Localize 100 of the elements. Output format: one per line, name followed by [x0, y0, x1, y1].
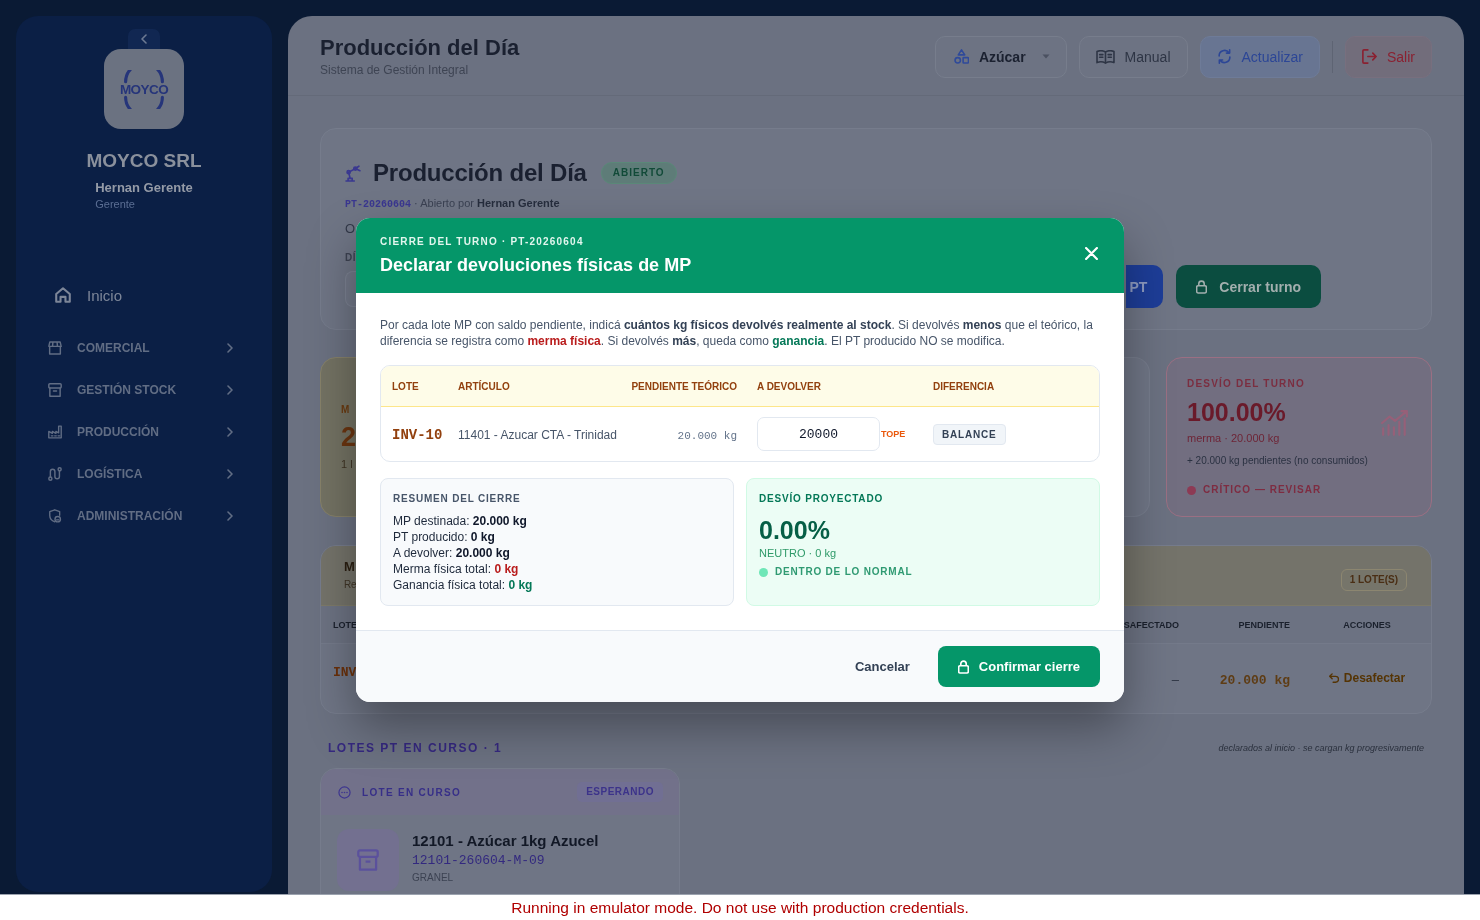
close-icon [1085, 246, 1098, 260]
user-name: Hernan Gerente [95, 179, 193, 197]
page-title: Producción del Día [320, 33, 520, 62]
column-header: ARTÍCULO [458, 380, 510, 392]
company-logo: MOYCO [114, 69, 174, 109]
nav-item[interactable]: GESTIÓN STOCK [46, 369, 242, 411]
chevron-left-icon [141, 34, 147, 44]
logout-icon [1362, 49, 1377, 64]
dialog-description: Por cada lote MP con saldo pendiente, indicá cuántos kg físicos devolvés realmente al stock. Si devolvés menos que el teórico, la diferencia se registra como merma física. Si devolvés más, queda como ganancia. El PT producido NO se modifica. [380, 317, 1094, 349]
cancel-button[interactable]: Cancelar [842, 651, 922, 682]
table-cell: – [1171, 671, 1179, 687]
status-dot-icon [759, 567, 768, 577]
projection-value: 0.00% [759, 515, 830, 545]
date-field[interactable] [345, 271, 356, 307]
nav-item[interactable]: LOGÍSTICA [46, 453, 242, 495]
projection-detail: NEUTRO · 0 kg [759, 546, 836, 560]
refresh-icon [1216, 49, 1232, 64]
column-header: PENDIENTE [1238, 619, 1290, 630]
column-header: DIFERENCIA [933, 380, 995, 392]
nav-item[interactable]: ADMINISTRACIÓN [46, 495, 242, 537]
book-icon [1095, 49, 1115, 64]
nav-item[interactable]: COMERCIAL [46, 327, 242, 369]
column-header: ACCIONES [1343, 619, 1391, 630]
stat-detail: merma · 20.000 kg [1187, 431, 1280, 445]
pt-button[interactable]: PT [1126, 265, 1164, 308]
confirm-button[interactable]: Confirmar cierre [937, 646, 1100, 687]
product-dropdown[interactable]: Azúcar [934, 35, 1067, 78]
nav-item[interactable]: Inicio [46, 274, 242, 316]
dialog-title: Declarar devoluciones físicas de MP [380, 254, 692, 276]
summary-line: MP destinada: 20.000 kg [393, 513, 527, 529]
chevron-right-icon [227, 469, 233, 479]
chevron-right-icon [227, 385, 233, 395]
table-subtitle: Re [344, 578, 357, 592]
lot-code: 12101-260604-M-09 [412, 852, 545, 870]
store-icon [48, 341, 62, 355]
table-cell: INV [333, 665, 357, 680]
table-cell: 20.000 kg [1219, 672, 1290, 688]
manual-button[interactable]: Manual [1078, 35, 1188, 78]
bar-chart-icon [1381, 410, 1409, 436]
shapes-icon [953, 49, 969, 64]
projection-title: DESVÍO PROYECTADO [759, 492, 883, 506]
difference-badge: BALANCE [933, 423, 1006, 445]
table-cell: 11401 - Azucar CTA - Trinidad [458, 428, 617, 442]
table-cell: 20.000 kg [677, 430, 737, 442]
product-name: 12101 - Azúcar 1kg Azucel [412, 831, 599, 851]
dots-circle-icon [338, 785, 351, 799]
logout-button[interactable]: Salir [1345, 35, 1432, 78]
return-input[interactable]: 20000 [757, 417, 880, 451]
home-icon [55, 287, 71, 303]
stat-label: M [341, 403, 351, 417]
nav-item[interactable]: PRODUCCIÓN [46, 411, 242, 453]
summary-line: A devolver: 20.000 kg [393, 545, 510, 561]
status-badge: ABIERTO [600, 162, 677, 184]
chevron-right-icon [227, 343, 233, 353]
shift-description: O [345, 221, 356, 237]
column-header: LOTE [333, 619, 357, 630]
user-role: Gerente [95, 197, 135, 211]
close-button[interactable] [1085, 246, 1098, 260]
stat-label: DESVÍO DEL TURNO [1187, 377, 1305, 391]
robot-arm-icon [345, 164, 362, 182]
column-header: PENDIENTE TEÓRICO [631, 380, 737, 392]
route-icon [48, 467, 62, 481]
limit-label: TOPE [881, 429, 906, 439]
table-cell: INV-10 [392, 427, 443, 443]
shield-user-icon [48, 509, 62, 523]
table-title: M [344, 559, 355, 575]
section-heading: LOTES PT EN CURSO · 1 [328, 741, 503, 755]
collapse-button[interactable] [128, 29, 160, 49]
refresh-button[interactable]: Actualizar [1199, 35, 1320, 78]
archive-icon [48, 383, 62, 397]
close-shift-button[interactable]: Cerrar turno [1176, 265, 1321, 308]
factory-icon [48, 425, 62, 439]
summary-line: PT producido: 0 kg [393, 529, 495, 545]
status-text: CRÍTICO — REVISAR [1203, 483, 1322, 497]
stat-value: 100.00% [1187, 397, 1286, 427]
status-text: DENTRO DE LO NORMAL [775, 565, 913, 579]
dialog-kicker: CIERRE DEL TURNO · PT-20260604 [380, 235, 584, 249]
archive-icon [357, 849, 379, 871]
summary-title: RESUMEN DEL CIERRE [393, 492, 521, 506]
lot-card-header: LOTE EN CURSO [362, 786, 463, 798]
count-badge: 1 LOTE(S) [1340, 568, 1407, 591]
status-badge: ESPERANDO [577, 782, 663, 802]
lock-icon [1196, 279, 1208, 294]
shift-title: Producción del Día [373, 158, 587, 188]
chevron-right-icon [227, 427, 233, 437]
stat-value: 2 [341, 421, 357, 453]
company-name: MOYCO SRL [86, 149, 202, 173]
status-dot-icon [1187, 485, 1196, 495]
lock-icon [957, 659, 969, 674]
summary-line: Merma física total: 0 kg [393, 561, 519, 577]
column-header: SAFECTADO [1123, 619, 1179, 630]
chevron-right-icon [227, 511, 233, 521]
unassign-link[interactable]: Desafectar [1328, 670, 1406, 685]
summary-line: Ganancia física total: 0 kg [393, 577, 533, 593]
undo-icon [1328, 672, 1339, 683]
column-header: LOTE [392, 380, 419, 392]
caret-down-icon [1041, 54, 1050, 59]
column-header: A DEVOLVER [757, 380, 821, 392]
stat-note: + 20.000 kg pendientes (no consumidos) [1187, 454, 1368, 468]
emulator-banner: Running in emulator mode. Do not use with production credentials. [0, 894, 1480, 920]
